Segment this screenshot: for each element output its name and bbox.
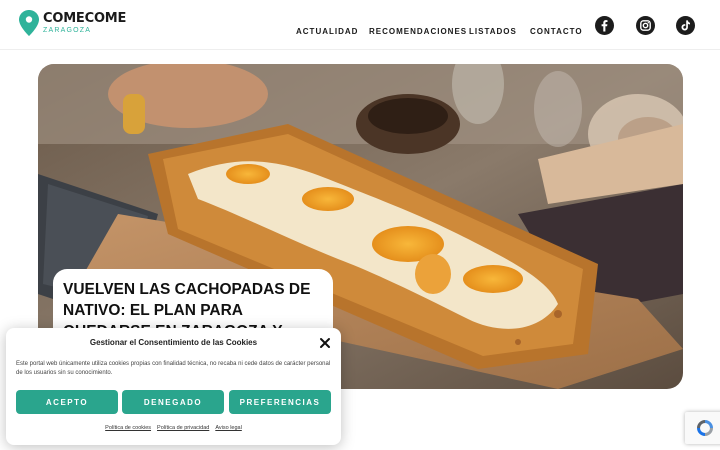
cookie-policy-link[interactable]: Política de cookies [105, 425, 151, 431]
deny-button[interactable]: DENEGADO [122, 390, 224, 414]
cookie-consent-dialog: Gestionar el Consentimiento de las Cooki… [6, 328, 341, 445]
site-header: COMECOME ZARAGOZA ACTUALIDAD RECOMENDACI… [0, 0, 720, 50]
tiktok-icon[interactable] [676, 16, 695, 35]
consent-text: Este portal web únicamente utiliza cooki… [16, 361, 331, 376]
facebook-icon[interactable] [595, 16, 614, 35]
nav-item-recomendaciones[interactable]: RECOMENDACIONES [369, 27, 467, 36]
accept-button[interactable]: ACEPTO [16, 390, 118, 414]
recaptcha-icon [697, 420, 713, 436]
nav-item-contacto[interactable]: CONTACTO [530, 27, 583, 36]
consent-title: Gestionar el Consentimiento de las Cooki… [89, 338, 258, 347]
preferences-button[interactable]: PREFERENCIAS [229, 390, 331, 414]
recaptcha-badge[interactable] [685, 412, 720, 444]
nav-item-listados[interactable]: LISTADOS [469, 27, 517, 36]
nav-item-actualidad[interactable]: ACTUALIDAD [296, 27, 358, 36]
close-icon[interactable] [319, 336, 331, 348]
brand-name: COMECOME [43, 11, 127, 26]
instagram-icon[interactable] [636, 16, 655, 35]
consent-links: Política de cookies Política de privacid… [6, 425, 341, 431]
legal-notice-link[interactable]: Aviso legal [215, 425, 242, 431]
privacy-policy-link[interactable]: Política de privacidad [157, 425, 209, 431]
